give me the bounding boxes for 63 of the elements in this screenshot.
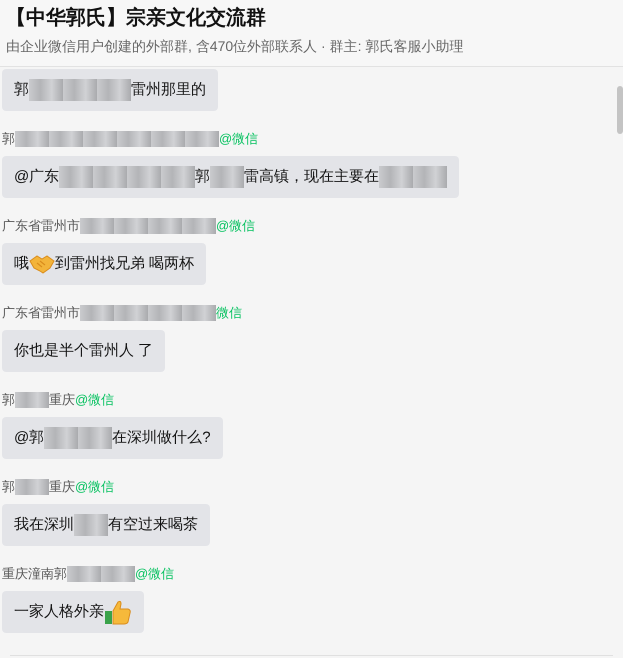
message-text: 在深圳做什么? — [112, 428, 211, 448]
wechat-tag: @微信 — [135, 564, 174, 584]
wechat-tag: 微信 — [216, 303, 242, 323]
blurred-text — [63, 79, 97, 101]
group-title: 【中华郭氏】宗亲文化交流群 — [6, 6, 267, 31]
blurred-text — [15, 479, 49, 495]
message-text: 雷高镇，现在主要在 — [244, 166, 380, 187]
blurred-text — [114, 305, 148, 321]
group-subtitle: 由企业微信用户创建的外部群, 含470位外部联系人 · 群主: 郭氏客服小助理 — [6, 37, 464, 56]
sender-name: 广东省雷州市 — [2, 217, 80, 236]
blurred-text — [151, 131, 185, 147]
blurred-text — [413, 166, 448, 188]
message-text: 我在深圳 — [14, 514, 74, 535]
sender-name: 重庆 — [49, 391, 75, 410]
message-text: 你也是半个雷州人 了 — [14, 340, 154, 361]
blurred-text — [182, 305, 216, 321]
message-text: 一家人格外亲 — [14, 602, 104, 622]
blurred-text — [15, 392, 49, 408]
blurred-text — [148, 305, 182, 321]
wechat-tag: @微信 — [219, 129, 258, 149]
blurred-text — [29, 79, 63, 101]
wechat-tag: @微信 — [75, 477, 114, 497]
blurred-text — [44, 427, 78, 449]
blurred-text — [83, 131, 117, 147]
wechat-tag: @微信 — [75, 390, 114, 410]
sender-name: 重庆 — [49, 478, 75, 496]
message-text: 哦 — [14, 254, 29, 274]
blurred-text — [49, 131, 83, 147]
sender-name: 重庆潼南郭 — [2, 565, 67, 584]
message-text: 有空过来喝茶 — [108, 514, 198, 535]
handshake-icon — [29, 253, 55, 275]
blurred-text — [379, 166, 414, 188]
message-text: 郭 — [195, 166, 210, 187]
blurred-text — [59, 166, 94, 188]
blurred-text — [80, 305, 114, 321]
blurred-text — [97, 79, 131, 101]
sender-name: 郭 — [2, 478, 15, 496]
message-text: 雷州那里的 — [131, 80, 206, 100]
blurred-text — [78, 427, 112, 449]
blurred-text — [161, 166, 196, 188]
sender-name: 郭 — [2, 391, 15, 410]
blurred-text — [15, 131, 49, 147]
blurred-text — [67, 566, 101, 582]
wechat-tag: @微信 — [216, 216, 256, 236]
blurred-text — [185, 131, 219, 147]
thumbs-up-icon — [104, 599, 132, 625]
blurred-text — [80, 218, 114, 234]
blurred-text — [210, 166, 244, 188]
blurred-text — [117, 131, 151, 147]
message-text: @郭 — [14, 428, 44, 448]
blurred-text — [127, 166, 162, 188]
message-text: 郭 — [14, 80, 29, 100]
message-text: 到雷州找兄弟 喝两杯 — [55, 254, 194, 274]
blurred-text — [74, 514, 108, 536]
sender-name: 广东省雷州市 — [2, 304, 80, 322]
blurred-text — [182, 218, 216, 234]
blurred-text — [148, 218, 182, 234]
message-text: @广东 — [14, 166, 60, 187]
blurred-text — [114, 218, 148, 234]
scrollbar-thumb — [617, 86, 623, 134]
sender-name: 郭 — [2, 130, 15, 148]
blurred-text — [93, 166, 128, 188]
blurred-text — [101, 566, 135, 582]
